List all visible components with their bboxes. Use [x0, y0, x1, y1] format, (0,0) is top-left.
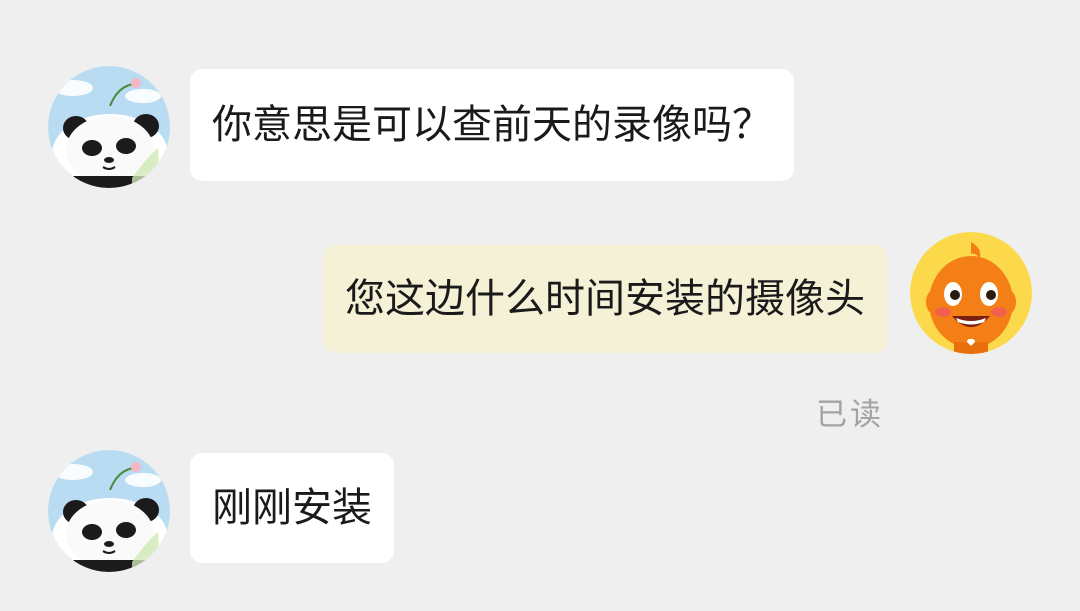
message-bubble-incoming[interactable]: 你意思是可以查前天的录像吗？	[190, 69, 794, 181]
message-text: 刚刚安装	[212, 485, 372, 531]
message-bubble-incoming[interactable]: 刚刚安装	[190, 453, 394, 563]
panda-avatar[interactable]	[48, 450, 170, 572]
message-bubble-outgoing[interactable]: 您这边什么时间安装的摄像头	[323, 245, 887, 353]
orange-mascot-avatar[interactable]	[910, 232, 1032, 354]
read-status: 已读	[816, 397, 884, 433]
panda-icon	[48, 66, 170, 188]
chat-window: 你意思是可以查前天的录像吗？ 您这边什么时间安装的摄像头 已读 刚刚安装	[0, 0, 1080, 611]
panda-avatar[interactable]	[48, 66, 170, 188]
orange-mascot-icon	[910, 232, 1032, 354]
panda-icon	[48, 450, 170, 572]
message-text: 您这边什么时间安装的摄像头	[345, 276, 865, 322]
message-text: 你意思是可以查前天的录像吗？	[212, 102, 772, 148]
